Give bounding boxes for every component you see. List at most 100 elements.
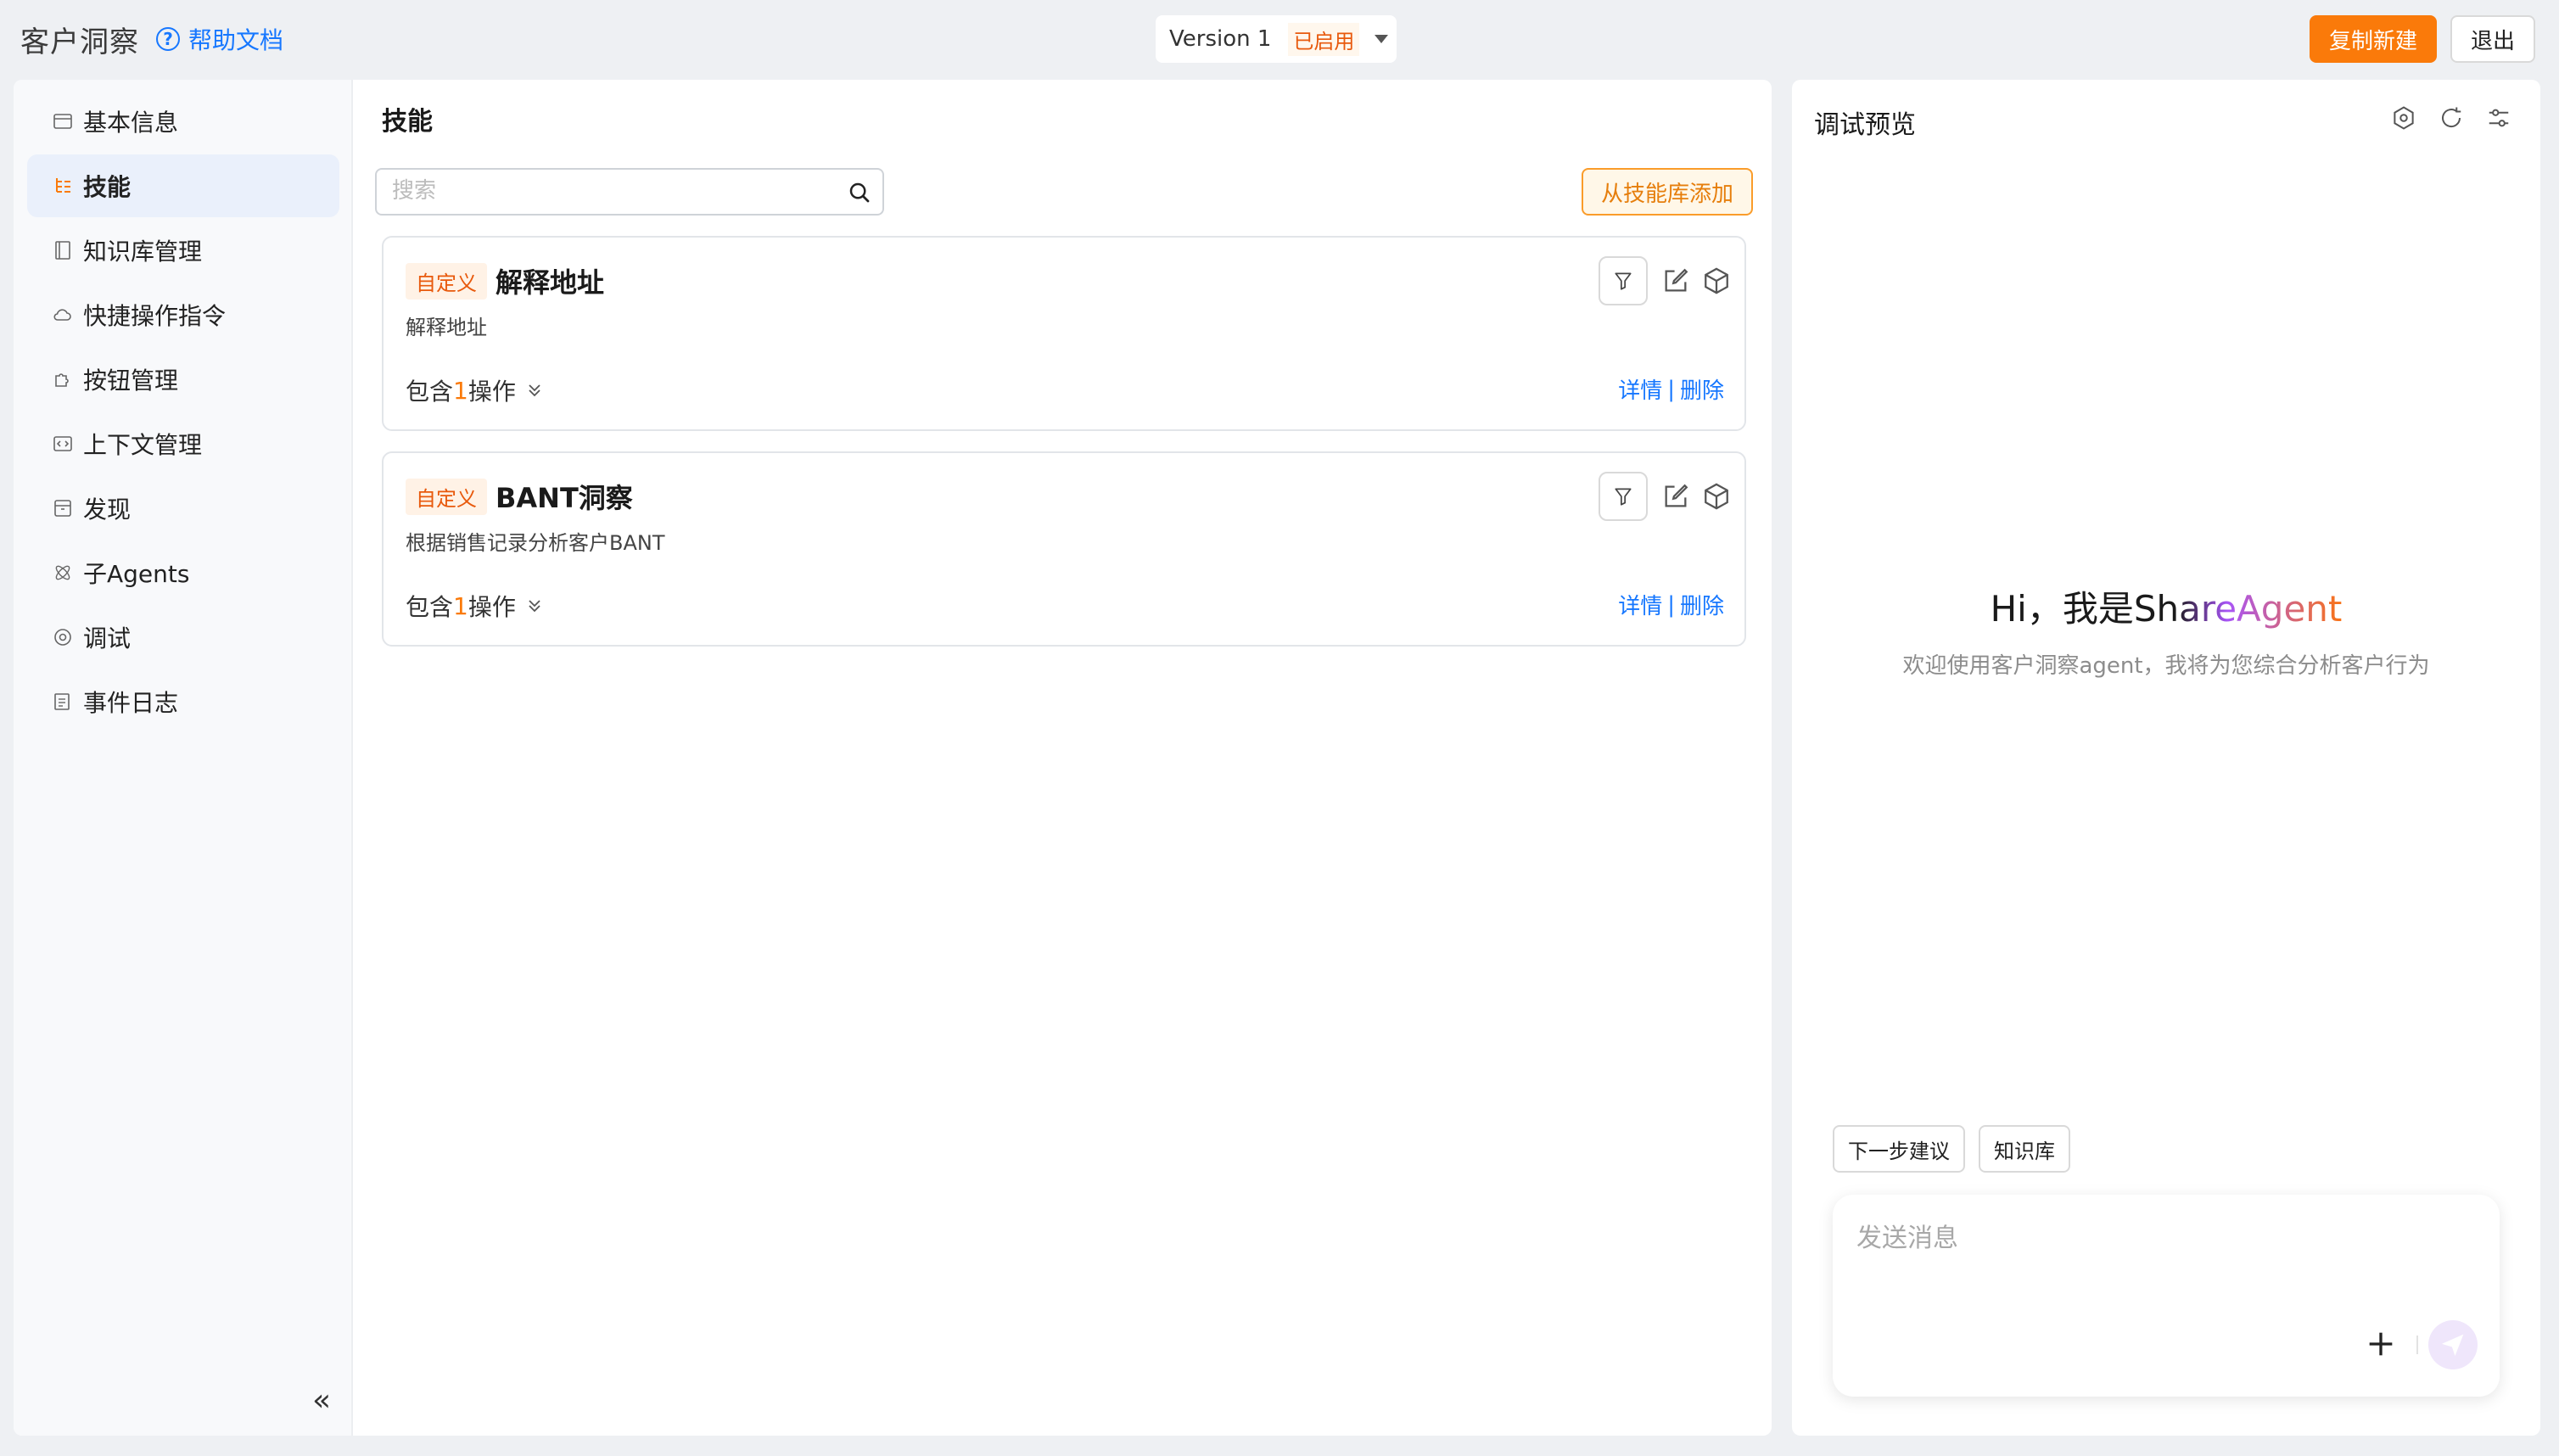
- filter-button[interactable]: [1599, 472, 1648, 521]
- sidebar-item-label: 知识库管理: [83, 238, 203, 266]
- message-input[interactable]: [1855, 1215, 2474, 1317]
- skill-description: 解释地址: [406, 316, 487, 339]
- welcome-text: 欢迎使用客户洞察agent，我将为您综合分析客户行为: [1902, 653, 2430, 679]
- send-button[interactable]: [2428, 1320, 2478, 1369]
- code-icon: [53, 434, 73, 454]
- version-label: Version 1: [1169, 26, 1272, 52]
- custom-tag: 自定义: [406, 263, 487, 300]
- search-input[interactable]: [390, 170, 832, 212]
- help-circle-icon: ?: [156, 27, 180, 51]
- skill-description: 根据销售记录分析客户BANT: [406, 531, 665, 555]
- caret-down-icon: [1375, 35, 1389, 43]
- search-icon[interactable]: [847, 180, 872, 205]
- debug-icon: [53, 627, 73, 647]
- plus-icon[interactable]: [2364, 1327, 2398, 1361]
- ops-count: 1: [453, 591, 468, 620]
- sidebar-item-skills[interactable]: 技能: [27, 154, 339, 217]
- add-from-library-button[interactable]: 从技能库添加: [1582, 168, 1753, 216]
- action-separator: |: [1667, 591, 1675, 618]
- sidebar-item-event-log[interactable]: 事件日志: [27, 670, 339, 733]
- sidebar-item-label: 按钮管理: [83, 367, 179, 395]
- version-select[interactable]: Version 1 已启用: [1156, 15, 1397, 63]
- sidebar-item-sub-agents[interactable]: 子Agents: [27, 541, 339, 604]
- card-actions: 详情 | 删除: [1618, 589, 1724, 620]
- atom-icon: [53, 563, 73, 583]
- ops-prefix: 包含: [406, 378, 454, 406]
- cube-icon[interactable]: [1702, 482, 1731, 511]
- sidebar-item-label: 快捷操作指令: [83, 302, 227, 330]
- help-docs-label: 帮助文档: [188, 26, 284, 54]
- sidebar-item-quick-commands[interactable]: 快捷操作指令: [27, 283, 339, 346]
- ops-suffix: 操作: [468, 378, 516, 406]
- version-status-badge: 已启用: [1288, 22, 1360, 56]
- skills-title: 技能: [382, 107, 433, 137]
- sidebar: 基本信息 技能 知识库管理 快捷操作指令 按钮管理 上下文管理 发现 子Agen…: [14, 80, 353, 1436]
- cube-icon[interactable]: [1702, 266, 1731, 295]
- sidebar-item-label: 基本信息: [83, 109, 179, 137]
- detail-link[interactable]: 详情: [1618, 373, 1662, 405]
- filter-button[interactable]: [1599, 256, 1648, 305]
- sidebar-item-label: 事件日志: [83, 689, 179, 717]
- sidebar-item-label: 调试: [83, 624, 132, 652]
- greeting: Hi，我是ShareAgent: [1792, 580, 2540, 632]
- delete-link[interactable]: 删除: [1680, 373, 1724, 405]
- chip-knowledge-base[interactable]: 知识库: [1979, 1125, 2070, 1173]
- archive-icon: [53, 498, 73, 518]
- cloud-icon: [53, 305, 73, 325]
- skill-card: 自定义 BANT洞察 根据销售记录分析客户BANT 包含 1 操作 详情 | 删除: [382, 451, 1746, 647]
- sidebar-item-knowledge-base[interactable]: 知识库管理: [27, 219, 339, 282]
- refresh-chat-icon[interactable]: [2439, 105, 2464, 131]
- sidebar-item-context-management[interactable]: 上下文管理: [27, 412, 339, 475]
- help-docs-link[interactable]: ? 帮助文档: [156, 22, 283, 56]
- collapse-sidebar-icon[interactable]: «: [312, 1383, 331, 1418]
- card-actions: 详情 | 删除: [1618, 373, 1724, 405]
- sidebar-item-label: 技能: [83, 173, 132, 201]
- top-header: 客户洞察 ? 帮助文档 Version 1 已启用 复制新建 退出: [0, 0, 2559, 78]
- divider: [2416, 1336, 2418, 1354]
- edit-icon[interactable]: [1661, 266, 1690, 295]
- filter-icon: [1615, 488, 1632, 506]
- debug-preview-panel: 调试预览 Hi，我是ShareAgent 欢迎使用客户洞察agent，我将为您综…: [1792, 80, 2540, 1436]
- sidebar-item-label: 发现: [83, 496, 132, 524]
- operations-toggle[interactable]: 包含 1 操作: [406, 589, 545, 623]
- sidebar-item-discover[interactable]: 发现: [27, 477, 339, 540]
- ops-count: 1: [453, 376, 468, 405]
- sidebar-item-label: 上下文管理: [83, 431, 203, 459]
- send-icon: [2441, 1334, 2464, 1357]
- exit-button[interactable]: 退出: [2450, 15, 2535, 63]
- double-chevron-down-icon: [529, 600, 540, 613]
- double-chevron-down-icon: [529, 384, 540, 397]
- sidebar-item-label: 子Agents: [83, 560, 190, 588]
- settings-hexagon-icon[interactable]: [2391, 105, 2416, 131]
- sliders-icon[interactable]: [2486, 105, 2511, 131]
- skills-tree-icon: [53, 176, 73, 196]
- chip-next-step[interactable]: 下一步建议: [1833, 1125, 1965, 1173]
- ops-prefix: 包含: [406, 593, 454, 621]
- detail-link[interactable]: 详情: [1618, 589, 1662, 620]
- delete-link[interactable]: 删除: [1680, 589, 1724, 620]
- custom-tag: 自定义: [406, 479, 487, 515]
- puzzle-icon: [53, 369, 73, 389]
- copy-new-button[interactable]: 复制新建: [2310, 15, 2437, 63]
- skills-panel: 技能 从技能库添加 自定义 解释地址 解释地址 包含1操作 详情 | 删除: [355, 80, 1772, 1436]
- sidebar-item-basic-info[interactable]: 基本信息: [27, 90, 339, 153]
- message-composer: [1833, 1195, 2500, 1397]
- book-icon: [53, 240, 73, 260]
- app-title: 客户洞察: [20, 25, 139, 59]
- brand-name: ShareAgent: [2133, 588, 2343, 630]
- search-box: [375, 168, 884, 216]
- sidebar-item-debug[interactable]: 调试: [27, 606, 339, 669]
- skill-name: 解释地址: [496, 266, 605, 299]
- main-panel: 基本信息 技能 知识库管理 快捷操作指令 按钮管理 上下文管理 发现 子Agen…: [14, 80, 1772, 1436]
- edit-icon[interactable]: [1661, 482, 1690, 511]
- info-card-icon: [53, 111, 73, 132]
- ops-suffix: 操作: [468, 593, 516, 621]
- skill-card: 自定义 解释地址 解释地址 包含 1 操作 详情 | 删除: [382, 236, 1746, 431]
- action-separator: |: [1667, 376, 1675, 402]
- log-icon: [53, 692, 73, 712]
- operations-toggle[interactable]: 包含 1 操作: [406, 373, 545, 407]
- sidebar-item-button-management[interactable]: 按钮管理: [27, 348, 339, 411]
- filter-icon: [1615, 272, 1632, 290]
- greeting-prefix: Hi，我是: [1990, 588, 2134, 630]
- preview-title: 调试预览: [1814, 110, 1916, 140]
